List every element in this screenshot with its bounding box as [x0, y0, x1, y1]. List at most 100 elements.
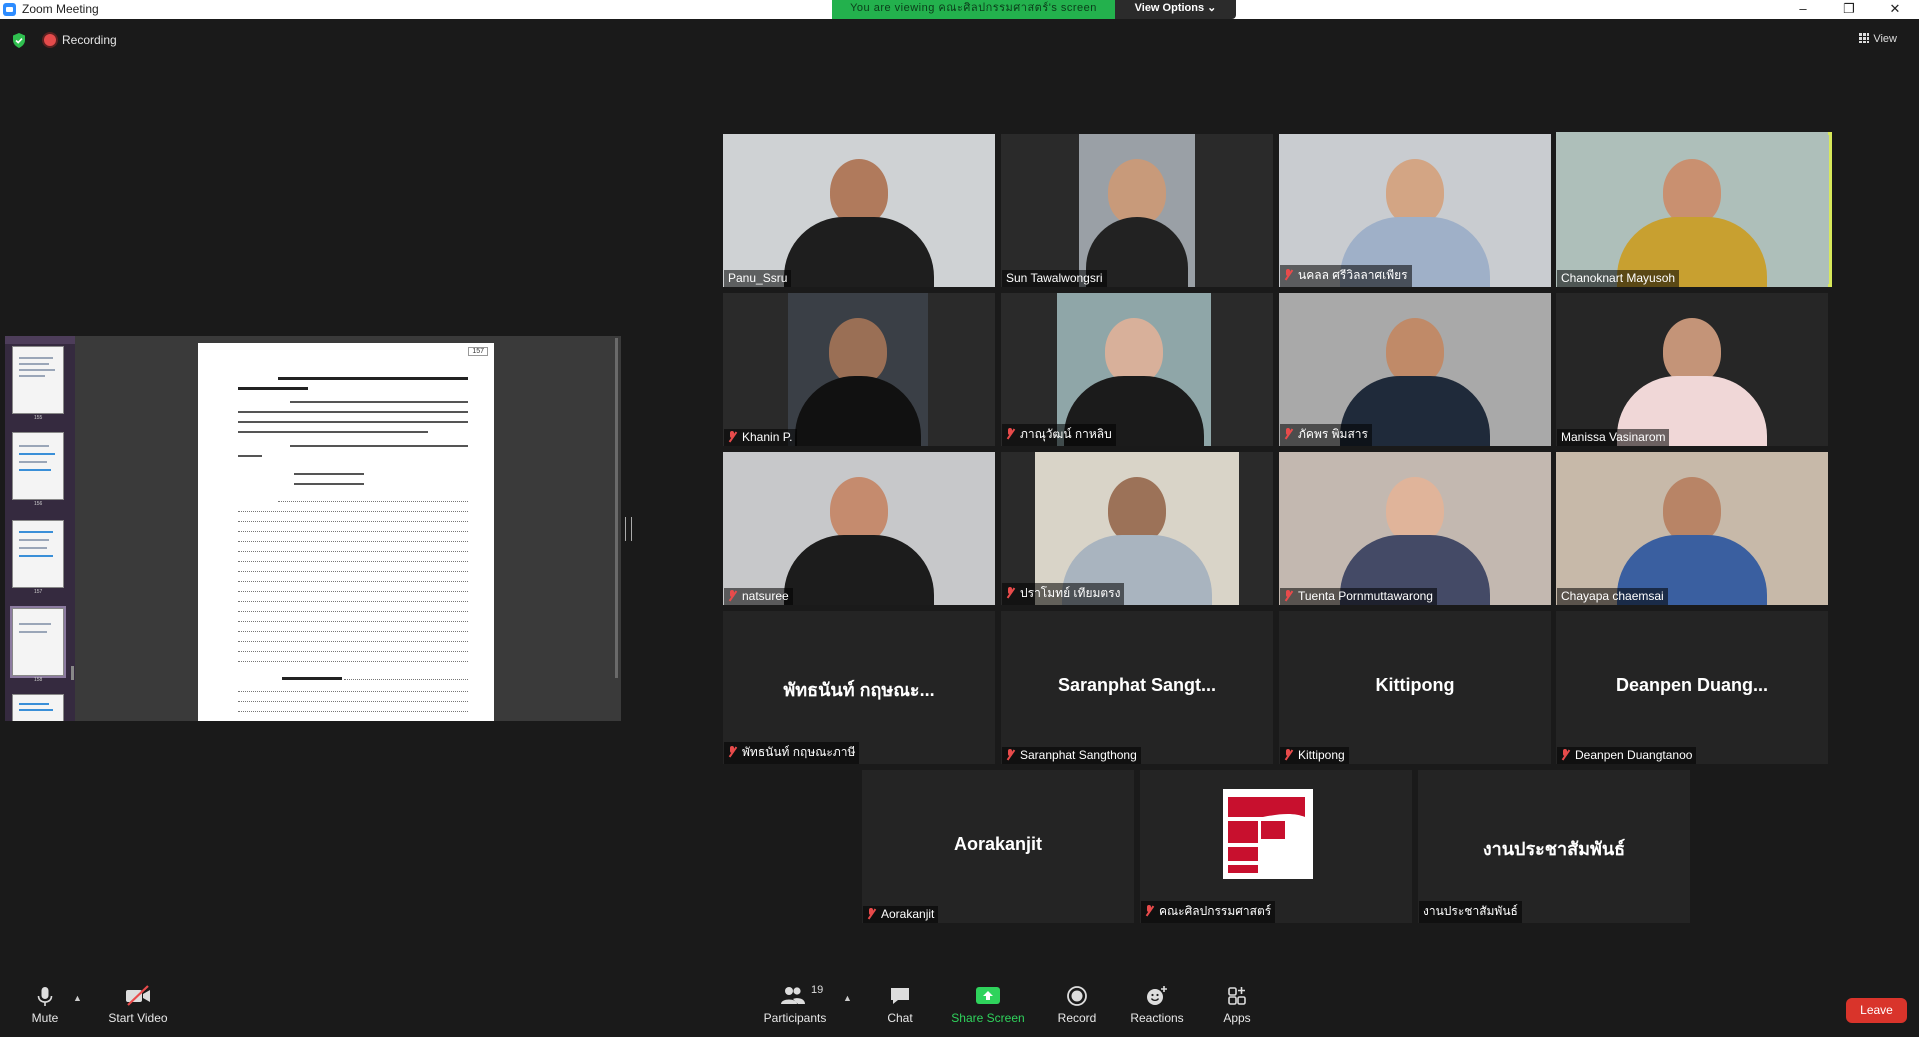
start-video-label: Start Video	[108, 1011, 168, 1025]
participant-tile[interactable]: Aorakanjit Aorakanjit	[862, 770, 1134, 923]
participant-tile[interactable]: Kittipong Kittipong	[1279, 611, 1551, 764]
thumbnail-page-number: 155	[34, 415, 43, 421]
participant-tile[interactable]: Panu_Ssru	[723, 134, 995, 287]
participant-name: natsuree	[742, 589, 789, 603]
zoom-app-icon	[3, 3, 16, 16]
document-page: 157	[198, 343, 494, 721]
start-video-button[interactable]: Start Video	[104, 985, 172, 1025]
reactions-icon	[1129, 985, 1185, 1007]
apps-button[interactable]: Apps	[1220, 985, 1254, 1025]
participant-tile[interactable]: Chayapa chaemsai	[1556, 452, 1828, 605]
participant-name-tag: Saranphat Sangthong	[1002, 747, 1141, 764]
thumbnail-scrollbar[interactable]	[71, 666, 74, 680]
participant-name: Saranphat Sangthong	[1020, 748, 1137, 762]
participant-tile[interactable]: Deanpen Duang... Deanpen Duangtanoo	[1556, 611, 1828, 764]
participant-tile[interactable]: natsuree	[723, 452, 995, 605]
video-off-icon	[104, 985, 172, 1007]
participant-name: Chanoknart Mayusoh	[1561, 271, 1676, 285]
view-button[interactable]: View	[1859, 33, 1897, 45]
page-thumbnail[interactable]	[12, 520, 64, 588]
participant-tile[interactable]: คณะศิลปกรรมศาสตร์	[1140, 770, 1412, 923]
view-options-button[interactable]: View Options ⌄	[1115, 0, 1236, 19]
participant-tile[interactable]: ภัคพร พิมสาร	[1279, 293, 1551, 446]
security-shield-icon[interactable]	[12, 33, 26, 48]
apps-label: Apps	[1223, 1011, 1251, 1025]
person-silhouette	[1340, 477, 1490, 605]
muted-microphone-icon	[1284, 749, 1293, 760]
participant-tile[interactable]: นคลล ศรีวิลลาศเพียร	[1279, 134, 1551, 287]
person-silhouette	[1617, 159, 1767, 287]
chat-button[interactable]: Chat	[880, 985, 920, 1025]
participant-tile[interactable]: ปราโมทย์ เทียมตรง	[1001, 452, 1273, 605]
participant-tile[interactable]: Sun Tawalwongsri	[1001, 134, 1273, 287]
page-thumbnail-rail: 155 156 157 158	[5, 336, 75, 721]
participant-display-name: Aorakanjit	[953, 834, 1043, 854]
person-silhouette	[1617, 477, 1767, 605]
thumbnail-page-number: 156	[34, 501, 43, 507]
person-silhouette	[1617, 318, 1767, 446]
faculty-logo	[1223, 789, 1313, 879]
participant-name: Tuenta Pornmuttawarong	[1298, 589, 1433, 603]
record-icon	[1053, 985, 1101, 1007]
participant-name-tag: ปราโมทย์ เทียมตรง	[1002, 583, 1125, 605]
participant-name-tag: Manissa Vasinarom	[1557, 429, 1670, 446]
muted-microphone-icon	[1561, 749, 1570, 760]
muted-microphone-icon	[1006, 749, 1015, 760]
minimize-button[interactable]: –	[1780, 0, 1826, 19]
participant-name-tag: Deanpen Duangtanoo	[1557, 747, 1697, 764]
participant-tile[interactable]: พัทธนันท์ กฤษณะ... พัทธนันท์ กฤษณะภาษี	[723, 611, 995, 764]
audio-options-caret[interactable]: ▲	[73, 993, 82, 1003]
participant-display-name: Kittipong	[1375, 675, 1455, 695]
participant-display-name: งานประชาสัมพันธ์	[1482, 839, 1626, 859]
page-thumbnail[interactable]	[12, 432, 64, 500]
participant-name-tag: natsuree	[724, 588, 793, 605]
apps-icon	[1220, 985, 1254, 1007]
shared-screen[interactable]: 155 156 157 158 157	[5, 336, 621, 721]
participant-tile[interactable]: Khanin P.	[723, 293, 995, 446]
participant-tile[interactable]: งานประชาสัมพันธ์ งานประชาสัมพันธ์	[1418, 770, 1690, 923]
participant-name-tag: Khanin P.	[724, 429, 797, 446]
participant-name-tag: งานประชาสัมพันธ์	[1419, 901, 1522, 923]
page-thumbnail-current[interactable]	[10, 606, 66, 678]
participant-name-tag: ภัคพร พิมสาร	[1280, 424, 1372, 446]
split-resize-handle[interactable]	[625, 517, 632, 541]
participant-name-tag: Tuenta Pornmuttawarong	[1280, 588, 1437, 605]
participant-tile[interactable]: ภาณุวัฒน์ กาหลิบ	[1001, 293, 1273, 446]
muted-microphone-icon	[1284, 269, 1293, 280]
participant-tile[interactable]: Manissa Vasinarom	[1556, 293, 1828, 446]
page-thumbnail[interactable]	[12, 346, 64, 414]
participant-tile[interactable]: Tuenta Pornmuttawarong	[1279, 452, 1551, 605]
participant-video	[1556, 132, 1828, 287]
record-button[interactable]: Record	[1053, 985, 1101, 1025]
viewing-banner: You are viewing คณะศิลปกรรมศาสตร์'s scre…	[832, 0, 1115, 19]
participant-name: Chayapa chaemsai	[1561, 589, 1664, 603]
muted-microphone-icon	[728, 746, 737, 757]
participants-options-caret[interactable]: ▲	[843, 993, 852, 1003]
participant-video	[1079, 134, 1195, 287]
participant-video	[1556, 452, 1828, 605]
participant-tile[interactable]: Chanoknart Mayusoh	[1556, 132, 1832, 287]
mute-button[interactable]: Mute	[22, 985, 68, 1025]
document-scrollbar[interactable]	[615, 338, 618, 678]
grid-view-icon	[1859, 33, 1870, 43]
participant-video	[723, 452, 995, 605]
participant-display-name: Deanpen Duang...	[1615, 675, 1768, 695]
participant-name-tag: Panu_Ssru	[724, 270, 792, 287]
view-label: View	[1873, 33, 1897, 45]
participant-name-tag: ภาณุวัฒน์ กาหลิบ	[1002, 424, 1116, 446]
share-screen-button[interactable]: Share Screen	[950, 985, 1026, 1025]
participant-name-tag: นคลล ศรีวิลลาศเพียร	[1280, 265, 1412, 287]
participant-display-name: พัทธนันท์ กฤษณะ...	[783, 680, 935, 700]
participant-name-tag: Chayapa chaemsai	[1557, 588, 1668, 605]
participant-name: Khanin P.	[742, 430, 793, 444]
reactions-button[interactable]: Reactions	[1129, 985, 1185, 1025]
participant-name: ปราโมทย์ เทียมตรง	[1020, 586, 1121, 600]
share-screen-icon	[950, 985, 1026, 1007]
close-button[interactable]: ✕	[1872, 0, 1918, 19]
muted-microphone-icon	[728, 590, 737, 601]
participants-button[interactable]: 19 Participants	[760, 984, 830, 1025]
restore-button[interactable]: ❐	[1826, 0, 1872, 19]
participant-tile[interactable]: Saranphat Sangt... Saranphat Sangthong	[1001, 611, 1273, 764]
page-thumbnail[interactable]	[12, 694, 64, 721]
leave-button[interactable]: Leave	[1846, 998, 1907, 1023]
